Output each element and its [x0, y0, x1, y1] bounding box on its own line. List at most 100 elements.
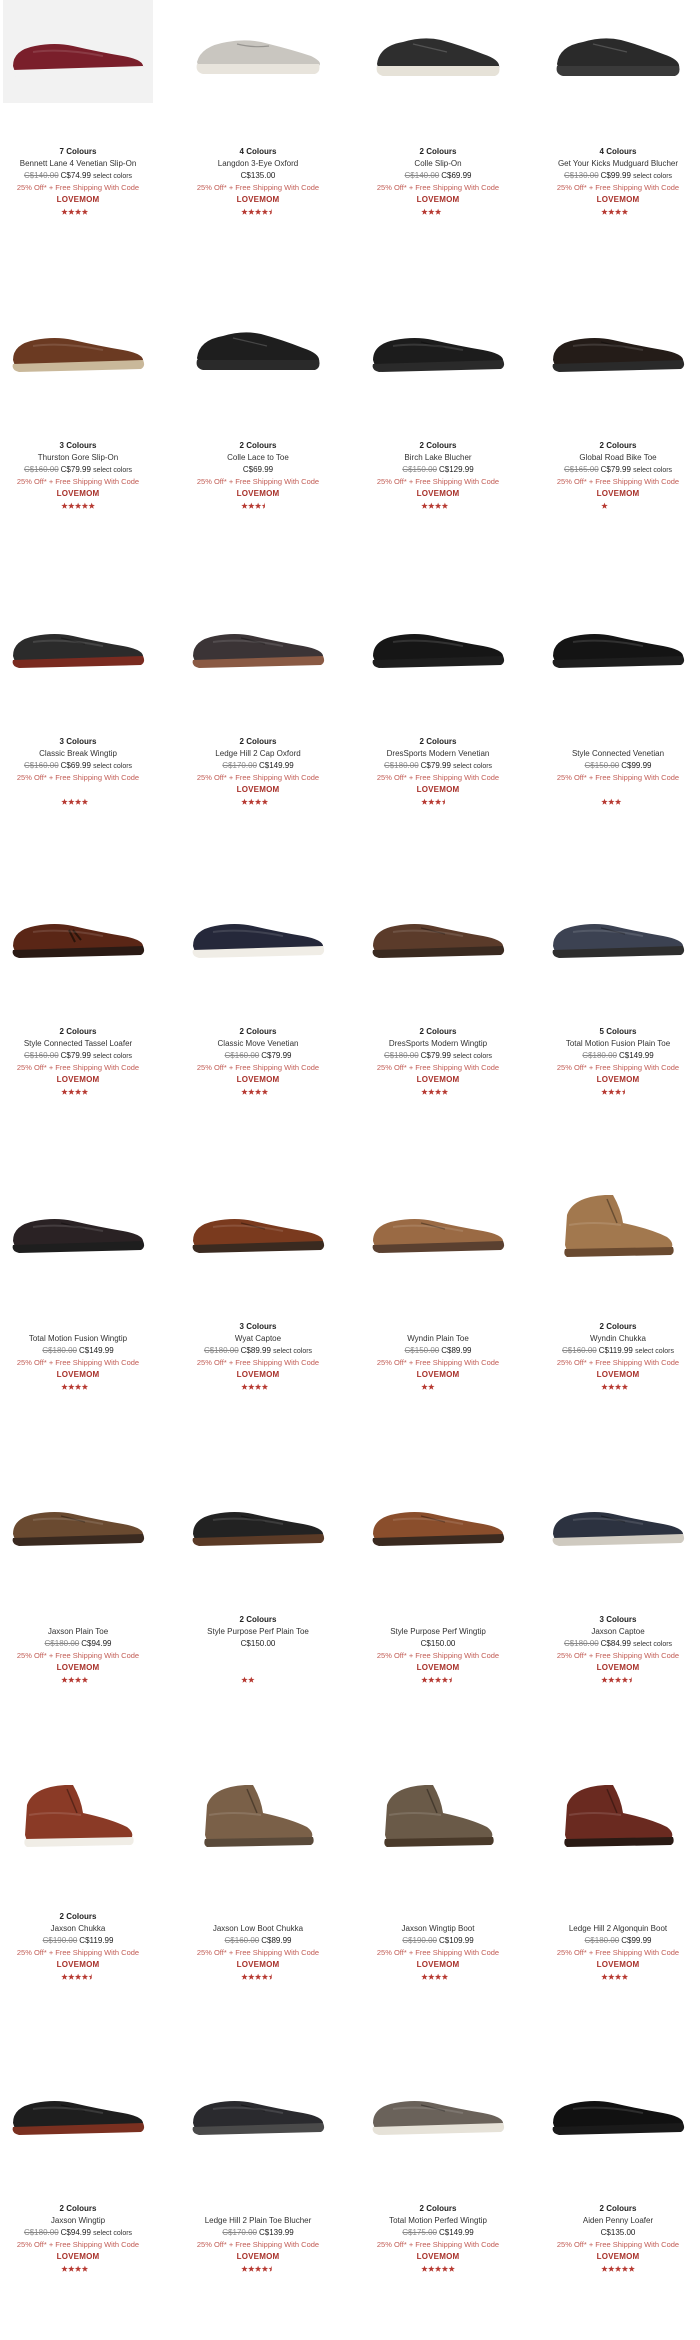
product-card[interactable]: 2 Colours Jaxson Wingtip C$180.00 C$94.99 s…: [3, 2057, 173, 2340]
product-name[interactable]: DresSports Modern Wingtip: [363, 1038, 513, 1050]
product-image[interactable]: [363, 294, 513, 397]
product-name[interactable]: Style Connected Venetian: [543, 748, 693, 760]
product-card[interactable]: 2 Colours Wyndin Chukka C$160.00 C$119.99 s…: [543, 1175, 700, 1458]
product-image[interactable]: [3, 1468, 153, 1571]
product-image[interactable]: [3, 0, 153, 103]
sale-price: C$119.99: [79, 1936, 114, 1945]
product-image[interactable]: [3, 1765, 153, 1868]
product-image[interactable]: [543, 1175, 693, 1278]
product-card[interactable]: 2 Colours Style Purpose Perf Plain Toe C$1…: [183, 1468, 353, 1751]
product-image[interactable]: [3, 1175, 153, 1278]
product-card[interactable]: 7 Colours Bennett Lane 4 Venetian Slip-On…: [3, 0, 173, 283]
product-name[interactable]: Jaxson Chukka: [3, 1923, 153, 1935]
product-image[interactable]: [183, 880, 333, 983]
product-card[interactable]: 5 Colours Total Motion Fusion Plain Toe C$…: [543, 880, 700, 1163]
product-image[interactable]: [363, 590, 513, 693]
promo-text: 25% Off* + Free Shipping With Code: [16, 477, 140, 486]
product-card[interactable]: 3 Colours Jaxson Captoe C$180.00 C$84.99 se…: [543, 1468, 700, 1751]
product-card[interactable]: 3 Colours Classic Break Wingtip C$160.00 C$…: [3, 590, 173, 873]
product-card[interactable]: Style Purpose Perf Wingtip C$150.00 25% Of…: [363, 1468, 533, 1751]
product-image[interactable]: [3, 2057, 153, 2160]
product-name[interactable]: Total Motion Fusion Plain Toe: [543, 1038, 693, 1050]
product-card[interactable]: 2 Colours Colle Lace to Toe C$69.99 25% Off…: [183, 294, 353, 577]
product-name[interactable]: Ledge Hill 2 Algonquin Boot: [543, 1923, 693, 1935]
product-image[interactable]: [183, 590, 333, 693]
product-card[interactable]: 2 Colours Ledge Hill 2 Cap Oxford C$170.00…: [183, 590, 353, 873]
product-card[interactable]: Total Motion Fusion Wingtip C$180.00 C$149…: [3, 1175, 173, 1458]
product-name[interactable]: Wyndin Plain Toe: [363, 1333, 513, 1345]
product-image[interactable]: [3, 880, 153, 983]
product-image[interactable]: [3, 294, 153, 397]
product-name[interactable]: Total Motion Perfed Wingtip: [363, 2215, 513, 2227]
product-card[interactable]: 2 Colours Global Road Bike Toe C$165.00 C$7…: [543, 294, 700, 577]
product-image[interactable]: [543, 880, 693, 983]
product-name[interactable]: Style Connected Tassel Loafer: [3, 1038, 153, 1050]
product-name[interactable]: Style Purpose Perf Plain Toe: [183, 1626, 333, 1638]
product-name[interactable]: Classic Break Wingtip: [3, 748, 153, 760]
product-image[interactable]: [363, 1175, 513, 1278]
product-name[interactable]: Jaxson Wingtip Boot: [363, 1923, 513, 1935]
product-card[interactable]: 3 Colours Thurston Gore Slip-On C$160.00 C$…: [3, 294, 173, 577]
product-image[interactable]: [363, 880, 513, 983]
product-name[interactable]: Thurston Gore Slip-On: [3, 452, 153, 464]
product-name[interactable]: Aiden Penny Loafer: [543, 2215, 693, 2227]
product-name[interactable]: Style Purpose Perf Wingtip: [363, 1626, 513, 1638]
product-image[interactable]: [183, 1765, 333, 1868]
product-name[interactable]: Ledge Hill 2 Plain Toe Blucher: [183, 2215, 333, 2227]
product-card[interactable]: 2 Colours Birch Lake Blucher C$150.00 C$129…: [363, 294, 533, 577]
product-name[interactable]: Jaxson Wingtip: [3, 2215, 153, 2227]
product-image[interactable]: [3, 590, 153, 693]
product-card[interactable]: 4 Colours Langdon 3-Eye Oxford C$135.00 25%…: [183, 0, 353, 283]
product-card[interactable]: Ledge Hill 2 Algonquin Boot C$180.00 C$99.…: [543, 1765, 700, 2048]
product-card[interactable]: Wyndin Plain Toe C$150.00 C$89.99 25% Off* …: [363, 1175, 533, 1458]
product-image[interactable]: [183, 1468, 333, 1571]
product-name[interactable]: Global Road Bike Toe: [543, 452, 693, 464]
product-name[interactable]: Classic Move Venetian: [183, 1038, 333, 1050]
product-card[interactable]: Jaxson Wingtip Boot C$190.00 C$109.99 25% O…: [363, 1765, 533, 2048]
product-name[interactable]: Langdon 3-Eye Oxford: [183, 158, 333, 170]
product-name[interactable]: Total Motion Fusion Wingtip: [3, 1333, 153, 1345]
product-name[interactable]: Colle Lace to Toe: [183, 452, 333, 464]
product-card[interactable]: 2 Colours Style Connected Tassel Loafer C$…: [3, 880, 173, 1163]
product-image[interactable]: [363, 1765, 513, 1868]
product-image[interactable]: [183, 2057, 333, 2160]
product-name[interactable]: Wyndin Chukka: [543, 1333, 693, 1345]
product-card[interactable]: 2 Colours Classic Move Venetian C$160.00 C$…: [183, 880, 353, 1163]
product-card[interactable]: 2 Colours Jaxson Chukka C$190.00 C$119.99 25…: [3, 1765, 173, 2048]
price: C$190.00 C$109.99: [363, 1935, 513, 1947]
product-image[interactable]: [543, 2057, 693, 2160]
product-image[interactable]: [543, 590, 693, 693]
product-name[interactable]: Ledge Hill 2 Cap Oxford: [183, 748, 333, 760]
star-rating: [183, 206, 333, 218]
product-name[interactable]: Jaxson Plain Toe: [3, 1626, 153, 1638]
product-card[interactable]: 2 Colours Aiden Penny Loafer C$135.00 25% O…: [543, 2057, 700, 2340]
product-name[interactable]: Get Your Kicks Mudguard Blucher: [543, 158, 693, 170]
product-card[interactable]: Jaxson Low Boot Chukka C$160.00 C$89.99 25%…: [183, 1765, 353, 2048]
product-card[interactable]: 2 Colours DresSports Modern Wingtip C$180.…: [363, 880, 533, 1163]
product-card[interactable]: 4 Colours Get Your Kicks Mudguard Blucher…: [543, 0, 700, 283]
product-image[interactable]: [363, 2057, 513, 2160]
product-card[interactable]: Style Connected Venetian C$150.00 C$99.99 2…: [543, 590, 700, 873]
product-name[interactable]: Bennett Lane 4 Venetian Slip-On: [3, 158, 153, 170]
product-name[interactable]: Jaxson Captoe: [543, 1626, 693, 1638]
product-card[interactable]: 3 Colours Wyat Captoe C$180.00 C$89.99 sele…: [183, 1175, 353, 1458]
product-name[interactable]: DresSports Modern Venetian: [363, 748, 513, 760]
product-image[interactable]: [543, 0, 693, 103]
product-card[interactable]: Ledge Hill 2 Plain Toe Blucher C$170.00 C$…: [183, 2057, 353, 2340]
product-image[interactable]: [543, 1468, 693, 1571]
product-image[interactable]: [183, 294, 333, 397]
product-image[interactable]: [543, 294, 693, 397]
product-card[interactable]: 2 Colours Colle Slip-On C$140.00 C$69.99 25%…: [363, 0, 533, 283]
product-name[interactable]: Colle Slip-On: [363, 158, 513, 170]
product-card[interactable]: 2 Colours DresSports Modern Venetian C$180…: [363, 590, 533, 873]
product-name[interactable]: Jaxson Low Boot Chukka: [183, 1923, 333, 1935]
product-image[interactable]: [543, 1765, 693, 1868]
product-name[interactable]: Wyat Captoe: [183, 1333, 333, 1345]
product-image[interactable]: [183, 0, 333, 103]
product-image[interactable]: [363, 0, 513, 103]
product-image[interactable]: [363, 1468, 513, 1571]
product-card[interactable]: Jaxson Plain Toe C$180.00 C$94.99 25% Off* …: [3, 1468, 173, 1751]
product-image[interactable]: [183, 1175, 333, 1278]
product-card[interactable]: 2 Colours Total Motion Perfed Wingtip C$17…: [363, 2057, 533, 2340]
product-name[interactable]: Birch Lake Blucher: [363, 452, 513, 464]
